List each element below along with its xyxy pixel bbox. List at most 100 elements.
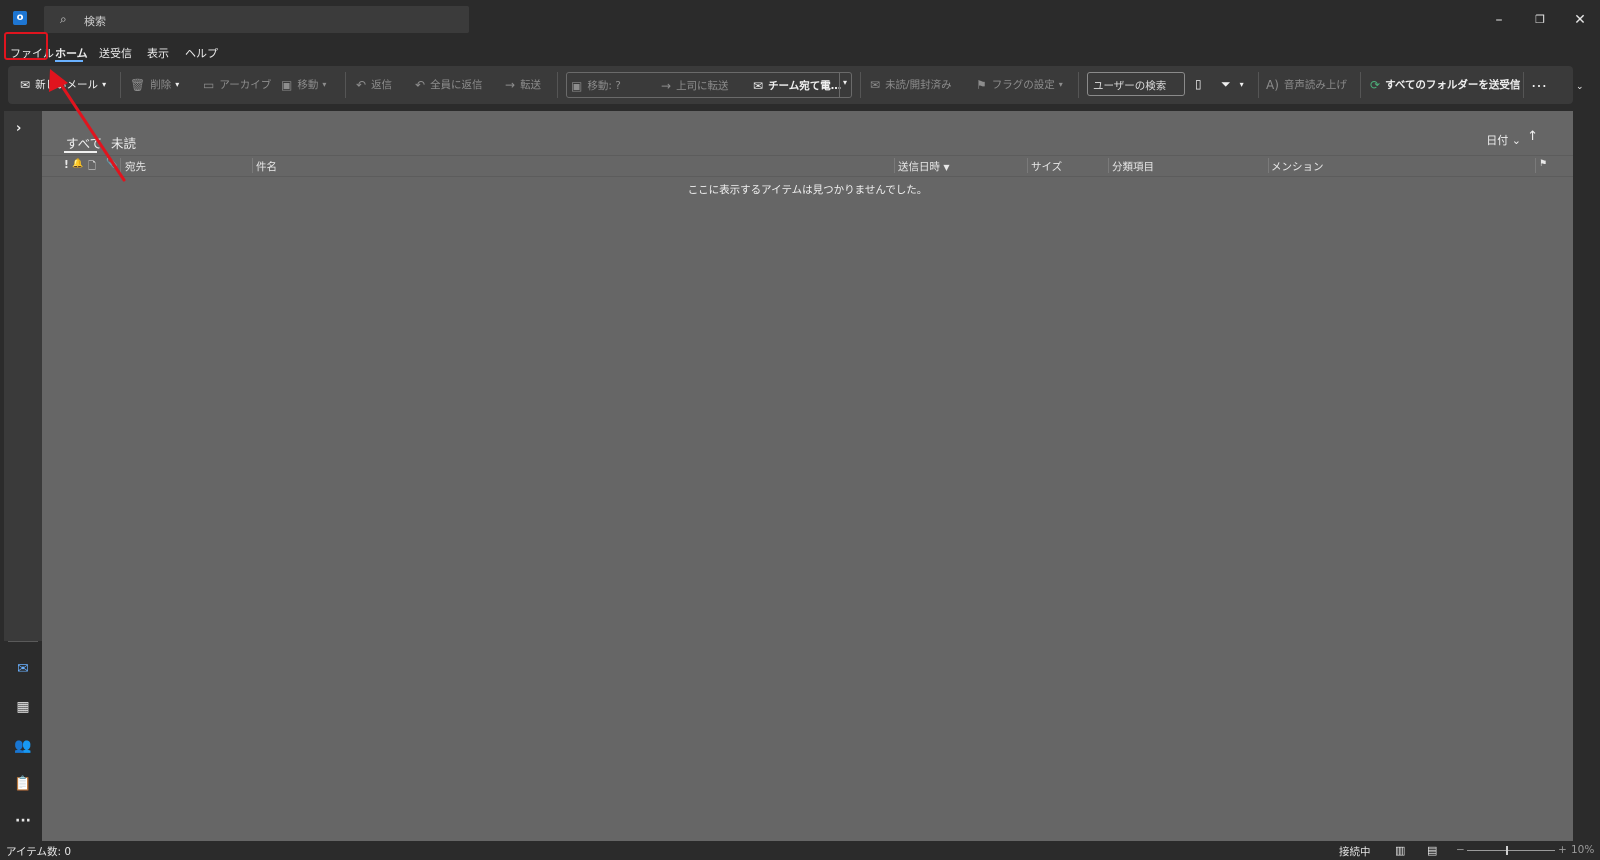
expand-folder-pane-icon[interactable]: › (16, 121, 21, 136)
quickstep-to-manager[interactable]: → 上司に転送 (661, 78, 729, 93)
read-aloud-button[interactable]: A) 音声読み上げ (1266, 77, 1347, 92)
sort-direction-icon[interactable]: ↑ (1527, 129, 1538, 144)
reply-label: 返信 (371, 79, 393, 91)
sort-by-dropdown[interactable]: 日付 ⌄ (1486, 132, 1521, 148)
title-bar: o ⌕ 検索 – ❐ ✕ (0, 0, 1600, 40)
move-label: 移動 (297, 79, 319, 91)
user-search-input[interactable]: ユーザーの検索 (1087, 72, 1185, 96)
column-size[interactable]: サイズ (1031, 159, 1062, 174)
quickstep-expand-icon[interactable]: ▾ (843, 78, 847, 87)
column-importance[interactable]: ! (64, 159, 69, 171)
calendar-icon[interactable]: ▦ (14, 698, 32, 716)
minimize-button[interactable]: – (1484, 9, 1514, 31)
column-flag-icon[interactable]: ⚑ (1539, 159, 1547, 169)
archive-button[interactable]: ▭ アーカイブ (203, 77, 271, 92)
send-receive-all-button[interactable]: ⟳ すべてのフォルダーを送受信 (1370, 77, 1520, 92)
forward-icon: → (505, 77, 516, 92)
status-bar: アイテム数: 0 接続中 ▥ ▤ − + 10% (0, 841, 1600, 860)
forward-button[interactable]: → 転送 (505, 77, 541, 92)
sort-desc-icon: ▼ (943, 163, 950, 172)
column-header-row: ! 🔔 🗋 📎 宛先 件名 送信日時 ▼ サイズ 分類項目 メンション ⚑ (42, 155, 1573, 177)
search-placeholder: 検索 (84, 15, 106, 28)
tab-help[interactable]: ヘルプ (185, 45, 218, 61)
attachment-icon[interactable]: 📎 (106, 159, 117, 169)
column-mention[interactable]: メンション (1271, 159, 1324, 174)
zoom-out-icon[interactable]: − (1456, 844, 1465, 856)
filter-active-indicator (64, 151, 97, 153)
envelope-open-icon: ✉ (870, 77, 881, 92)
search-icon: ⌕ (60, 12, 67, 26)
flag-label: フラグの設定 (991, 79, 1055, 91)
unread-read-button[interactable]: ✉ 未読/開封済み (870, 77, 952, 92)
read-aloud-label: 音声読み上げ (1283, 79, 1347, 91)
ribbon-toolbar: ✉ 新しいメール ▾ 🗑 削除 ▾ ▭ アーカイブ ▣ 移動 ▾ ↶ 返信 ↶ … (8, 66, 1584, 104)
flag-icon: ⚑ (976, 77, 987, 92)
read-aloud-icon: A) (1266, 77, 1279, 92)
reply-button[interactable]: ↶ 返信 (356, 77, 392, 92)
outlook-app-icon: o (13, 11, 27, 25)
quickstep-move-label: 移動: ? (587, 80, 621, 92)
tab-home[interactable]: ホーム (55, 45, 88, 61)
reading-view-icon[interactable]: ▤ (1427, 844, 1437, 857)
tasks-icon[interactable]: 📋 (14, 775, 32, 793)
delete-button[interactable]: 🗑 削除 ▾ (130, 77, 179, 92)
unread-read-label: 未読/開封済み (885, 79, 952, 91)
chevron-down-icon[interactable]: ▾ (175, 80, 179, 89)
chevron-down-icon[interactable]: ▾ (1059, 80, 1063, 89)
chevron-down-icon[interactable]: ▾ (102, 80, 106, 89)
move-folder-icon: ▣ (281, 77, 293, 92)
quickstep-move[interactable]: ▣ 移動: ? (571, 78, 621, 93)
move-button[interactable]: ▣ 移動 ▾ (281, 77, 326, 92)
tab-view[interactable]: 表示 (147, 45, 169, 61)
archive-label: アーカイブ (219, 79, 272, 91)
close-button[interactable]: ✕ (1565, 9, 1595, 31)
archive-icon: ▭ (203, 77, 215, 92)
delete-label: 削除 (150, 79, 172, 91)
new-mail-button[interactable]: ✉ 新しいメール ▾ (20, 77, 106, 92)
quickstep-team-email-label: チーム宛て電… (768, 80, 842, 92)
new-mail-label: 新しいメール (35, 79, 99, 91)
zoom-in-icon[interactable]: + (1558, 844, 1567, 856)
normal-view-icon[interactable]: ▥ (1395, 844, 1405, 857)
column-sent[interactable]: 送信日時 ▼ (898, 159, 950, 174)
tab-send-receive[interactable]: 送受信 (99, 45, 132, 61)
quickstep-team-email[interactable]: ✉ チーム宛て電… (753, 78, 841, 93)
connection-status: 接続中 (1339, 846, 1371, 858)
quickstep-to-manager-label: 上司に転送 (676, 80, 729, 92)
mail-icon[interactable]: ✉ (14, 660, 32, 678)
more-apps-icon[interactable]: ··· (14, 812, 32, 830)
filter-email-button[interactable]: ⏷ ▾ (1221, 77, 1244, 92)
rail-divider (8, 641, 38, 642)
column-subject[interactable]: 件名 (256, 159, 277, 174)
chevron-down-icon[interactable]: ▾ (322, 80, 326, 89)
search-bar[interactable]: ⌕ 検索 (44, 6, 469, 33)
zoom-level[interactable]: 10% (1571, 844, 1594, 856)
reply-all-button[interactable]: ↶ 全員に返信 (415, 77, 483, 92)
people-icon[interactable]: 👥 (14, 737, 32, 755)
chevron-down-icon: ▾ (1239, 80, 1244, 89)
flag-button[interactable]: ⚑ フラグの設定 ▾ (976, 77, 1063, 92)
column-sent-label: 送信日時 (898, 161, 940, 173)
address-book-icon[interactable]: ▯ (1195, 77, 1207, 91)
send-receive-all-label: すべてのフォルダーを送受信 (1385, 79, 1521, 91)
filter-unread-tab[interactable]: 未読 (111, 133, 136, 152)
filter-icon: ⏷ (1221, 77, 1231, 91)
message-list-pane: すべて 未読 日付 ⌄ ↑ ! 🔔 🗋 📎 宛先 件名 送信日時 ▼ サイズ 分… (42, 111, 1573, 841)
ribbon-collapse-icon[interactable]: ⌄ (1576, 82, 1584, 92)
restore-button[interactable]: ❐ (1525, 9, 1555, 31)
item-type-icon[interactable]: 🗋 (88, 159, 96, 176)
mail-icon: ✉ (753, 78, 764, 93)
reminder-icon[interactable]: 🔔 (72, 159, 83, 169)
zoom-slider[interactable] (1467, 850, 1555, 851)
reply-icon: ↶ (356, 77, 367, 92)
filter-all-tab[interactable]: すべて (66, 133, 102, 152)
more-commands-icon[interactable]: … (1531, 72, 1547, 91)
active-tab-indicator (55, 60, 83, 62)
column-categories[interactable]: 分類項目 (1112, 159, 1154, 174)
item-count: アイテム数: 0 (6, 846, 72, 858)
chevron-down-icon: ⌄ (1511, 134, 1521, 147)
file-tab-highlight-box (4, 32, 48, 60)
column-to[interactable]: 宛先 (125, 159, 146, 174)
trash-icon: 🗑 (130, 77, 146, 92)
zoom-slider-thumb[interactable] (1506, 846, 1508, 855)
